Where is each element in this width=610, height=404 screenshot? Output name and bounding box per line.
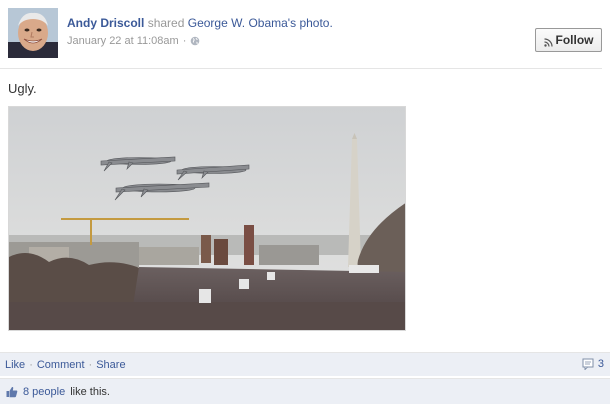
like-link[interactable]: Like <box>5 359 25 371</box>
author-avatar[interactable] <box>8 8 58 58</box>
header-divider <box>0 68 602 69</box>
actions-separator: · <box>88 358 93 371</box>
follow-button-label: Follow <box>555 33 594 47</box>
shared-photo[interactable] <box>8 106 406 331</box>
post-meta: January 22 at 11:08am · <box>67 35 200 47</box>
status-text: Ugly. <box>8 81 37 96</box>
follow-button[interactable]: Follow <box>535 28 602 52</box>
source-page-link[interactable]: George W. Obama <box>188 16 288 30</box>
timestamp-link[interactable]: January 22 at 11:08am <box>67 35 179 47</box>
shared-label: shared <box>147 16 185 30</box>
comment-link[interactable]: Comment <box>37 359 85 371</box>
meta-separator: · <box>182 35 187 47</box>
source-possessive: 's <box>287 16 297 30</box>
comment-count[interactable]: 3 <box>582 358 604 371</box>
post-header: Andy Driscoll shared George W. Obama's p… <box>67 16 333 30</box>
likes-suffix: like this. <box>70 385 110 398</box>
thumbs-up-icon <box>6 386 18 398</box>
photo-image <box>9 107 405 330</box>
likers-link[interactable]: 8 people <box>23 386 65 398</box>
post-actions-bar: Like · Comment · Share 3 <box>0 352 610 376</box>
likes-summary: 8 people like this. <box>0 378 610 404</box>
comment-icon <box>582 358 594 371</box>
actions-separator: · <box>29 358 33 371</box>
globe-icon[interactable] <box>190 36 200 46</box>
feed-post: Andy Driscoll shared George W. Obama's p… <box>0 0 610 404</box>
avatar-image <box>8 8 58 58</box>
share-link[interactable]: Share <box>96 359 125 371</box>
rss-icon <box>543 36 553 47</box>
photo-link[interactable]: photo. <box>299 16 332 30</box>
comment-count-value: 3 <box>597 358 604 370</box>
author-name-link[interactable]: Andy Driscoll <box>67 16 144 30</box>
